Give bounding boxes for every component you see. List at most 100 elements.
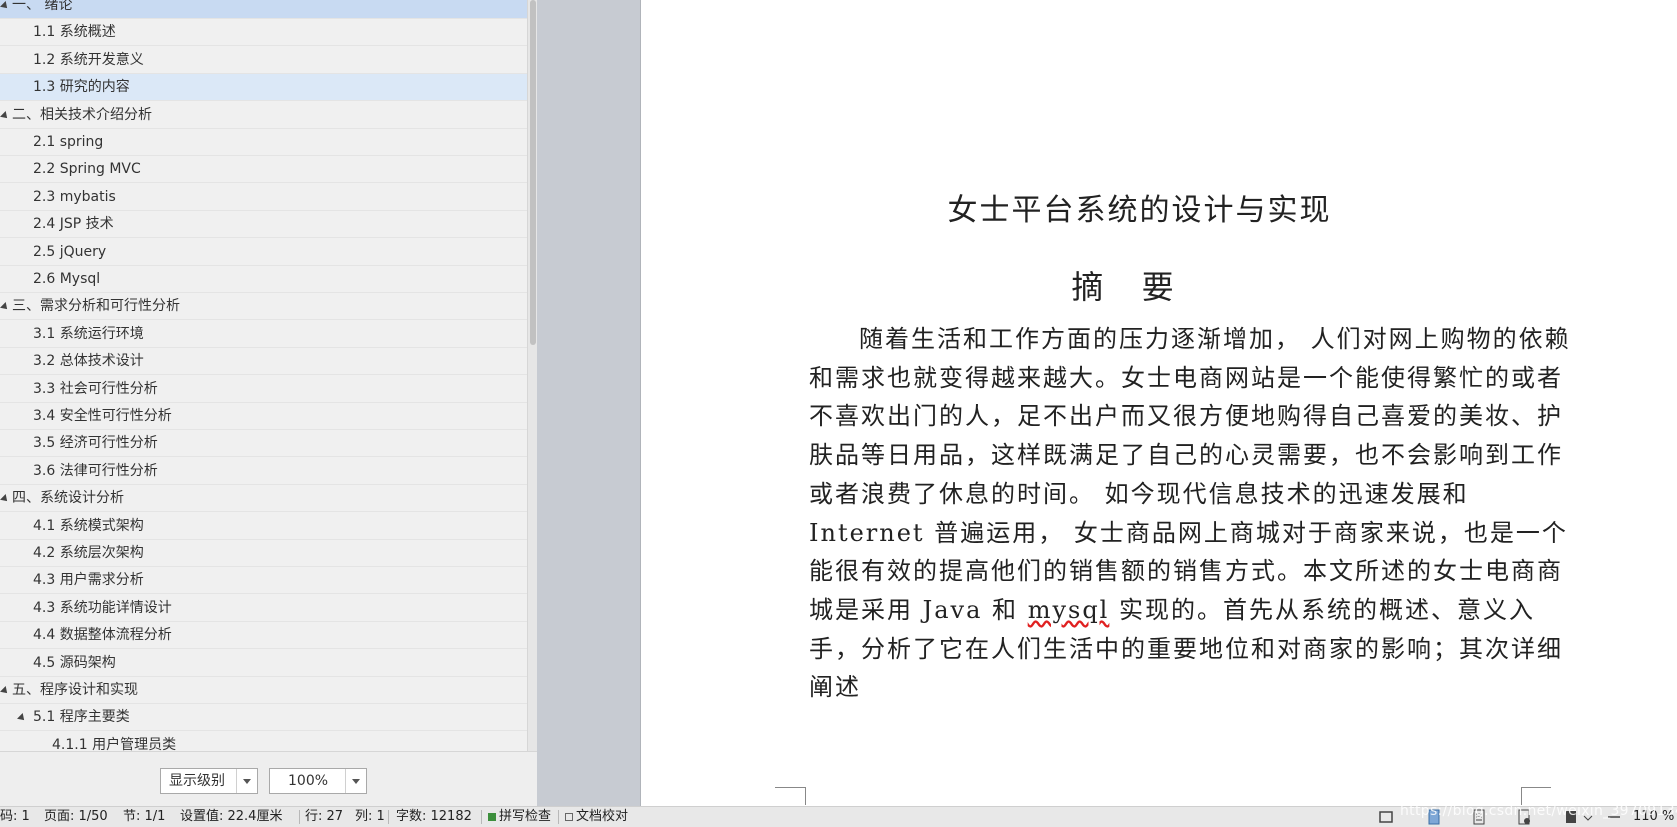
outline-item[interactable]: 4.5 源码架构 xyxy=(0,650,527,677)
outline-list: 一、 绪论 1.1 系统概述 1.2 系统开发意义 1.3 研究的内容二、相关技术介绍… xyxy=(0,0,527,751)
divider xyxy=(481,810,482,824)
outline-item[interactable]: 3.3 社会可行性分析 xyxy=(0,376,527,403)
chevron-down-icon[interactable] xyxy=(236,769,257,793)
expand-triangle-icon[interactable] xyxy=(0,1,10,11)
doc-proof-toggle[interactable]: 文档校对 xyxy=(565,807,628,827)
outline-item-label: 4.1.1 用户管理员类 xyxy=(52,736,177,751)
abstract-paragraph: 随着生活和工作方面的压力逐渐增加， 人们对网上购物的依赖和需求也就变得越来越大。… xyxy=(809,320,1579,707)
nav-scrollbar-thumb[interactable] xyxy=(530,0,536,345)
nav-zoom-label: 100% xyxy=(288,773,329,789)
outline-item[interactable]: 2.3 mybatis xyxy=(0,184,527,211)
spell-check-icon xyxy=(488,812,496,821)
document-page[interactable]: 女士平台系统的设计与实现 摘 要 随着生活和工作方面的压力逐渐增加， 人们对网上… xyxy=(640,0,1677,806)
outline-item-label: 4.3 系统功能详情设计 xyxy=(33,599,172,616)
divider xyxy=(299,810,300,824)
doc-proof-label: 文档校对 xyxy=(576,809,629,824)
outline-item[interactable]: 五、程序设计和实现 xyxy=(0,677,527,704)
outline-item-label: 3.3 社会可行性分析 xyxy=(33,380,158,397)
outline-item-label: 4.3 用户需求分析 xyxy=(33,572,144,589)
outline-item-label: 3.6 法律可行性分析 xyxy=(33,462,158,479)
outline-item[interactable]: 4.2 系统层次架构 xyxy=(0,540,527,567)
display-level-label: 显示级别 xyxy=(169,773,225,789)
outline-item-label: 4.1 系统模式架构 xyxy=(33,517,144,534)
outline-item-label: 4.5 源码架构 xyxy=(33,654,116,671)
divider xyxy=(388,810,389,824)
outline-item[interactable]: 3.4 安全性可行性分析 xyxy=(0,403,527,430)
outline-item-label: 4.2 系统层次架构 xyxy=(33,545,144,561)
outline-item-label: 3.1 系统运行环境 xyxy=(33,325,144,342)
navigation-pane: 一、 绪论 1.1 系统概述 1.2 系统开发意义 1.3 研究的内容二、相关技术介绍… xyxy=(0,0,527,751)
outline-item-label: 3.5 经济可行性分析 xyxy=(33,435,158,452)
outline-item[interactable]: 4.1 系统模式架构 xyxy=(0,513,527,540)
chevron-down-icon[interactable] xyxy=(345,769,366,793)
outline-item[interactable]: 2.5 jQuery xyxy=(0,239,527,266)
expand-triangle-icon[interactable] xyxy=(0,110,10,121)
spell-check-toggle[interactable]: 拼写检查 xyxy=(488,807,551,827)
outline-item-label: 1.3 研究的内容 xyxy=(33,79,130,96)
divider xyxy=(558,810,559,824)
outline-item[interactable]: 1.1 系统概述 xyxy=(0,19,527,47)
status-page[interactable]: 页面: 1/50 xyxy=(44,807,108,827)
status-setting: 设置值: 22.4厘米 xyxy=(180,809,283,824)
outline-item[interactable]: 3.6 法律可行性分析 xyxy=(0,458,527,485)
status-col: 列: 1 xyxy=(355,809,385,824)
outline-item[interactable]: 4.3 用户需求分析 xyxy=(0,567,527,595)
outline-item-label: 1.2 系统开发意义 xyxy=(33,51,144,68)
outline-item-label: 3.4 安全性可行性分析 xyxy=(33,408,172,424)
outline-item-label: 五、程序设计和实现 xyxy=(12,682,138,698)
outline-item-label: 2.5 jQuery xyxy=(33,243,107,260)
watermark: https://blog.csdn.net/weixin_39709134 xyxy=(1400,803,1677,819)
outline-item-label: 二、相关技术介绍分析 xyxy=(12,106,152,123)
outline-item[interactable]: 4.4 数据整体流程分析 xyxy=(0,622,527,650)
crop-mark-left-vertical xyxy=(805,787,806,805)
outline-item[interactable]: 四、系统设计分析 xyxy=(0,485,527,513)
outline-item-label: 2.6 Mysql xyxy=(33,271,101,287)
status-section: 节: 1/1 xyxy=(123,809,166,824)
outline-item-label: 2.3 mybatis xyxy=(33,188,116,205)
crop-mark-left xyxy=(775,787,805,806)
outline-item[interactable]: 3.1 系统运行环境 xyxy=(0,321,527,348)
expand-triangle-icon[interactable] xyxy=(0,302,10,313)
outline-item[interactable]: 1.2 系统开发意义 xyxy=(0,47,527,74)
outline-item-label: 三、需求分析和可行性分析 xyxy=(12,298,180,315)
spellcheck-word[interactable]: mysql xyxy=(1028,596,1110,624)
outline-item[interactable]: 一、 绪论 xyxy=(0,0,527,19)
outline-item[interactable]: 2.6 Mysql xyxy=(0,266,527,293)
expand-triangle-icon[interactable] xyxy=(0,494,10,505)
outline-item[interactable]: 4.1.1 用户管理员类 xyxy=(0,732,527,751)
document-title: 女士平台系统的设计与实现 xyxy=(947,193,1332,228)
outline-item-label: 2.4 JSP 技术 xyxy=(33,216,114,233)
outline-item[interactable]: 3.5 经济可行性分析 xyxy=(0,430,527,458)
outline-item-label: 四、系统设计分析 xyxy=(12,490,124,507)
document-area: 女士平台系统的设计与实现 摘 要 随着生活和工作方面的压力逐渐增加， 人们对网上… xyxy=(537,0,1677,806)
outline-item[interactable]: 1.3 研究的内容 xyxy=(0,74,527,102)
status-page-code: 码: 1 xyxy=(0,809,30,824)
expand-triangle-icon[interactable] xyxy=(0,686,10,696)
outline-item[interactable]: 2.1 spring xyxy=(0,129,527,156)
outline-item[interactable]: 2.4 JSP 技术 xyxy=(0,211,527,239)
outline-item-label: 2.2 Spring MVC xyxy=(33,161,141,178)
outline-item-label: 4.4 数据整体流程分析 xyxy=(33,627,172,644)
outline-item-label: 1.1 系统概述 xyxy=(33,24,116,41)
outline-item-label: 2.1 spring xyxy=(33,134,104,150)
outline-item[interactable]: 2.2 Spring MVC xyxy=(0,156,527,184)
nav-zoom-dropdown[interactable]: 100% xyxy=(269,768,367,794)
outline-item[interactable]: 4.3 系统功能详情设计 xyxy=(0,595,527,622)
nav-bottom-bar: 显示级别 100% xyxy=(0,751,537,807)
fullscreen-icon[interactable] xyxy=(1377,809,1395,825)
status-row: 行: 27 xyxy=(305,809,344,824)
doc-proof-icon xyxy=(565,812,573,821)
outline-item-label: 3.2 总体技术设计 xyxy=(33,353,144,370)
abstract-heading: 摘 要 xyxy=(1071,268,1188,306)
outline-item[interactable]: 二、相关技术介绍分析 xyxy=(0,102,527,129)
expand-triangle-icon[interactable] xyxy=(17,713,27,724)
status-words[interactable]: 字数: 12182 xyxy=(396,807,472,827)
outline-item-label: 5.1 程序主要类 xyxy=(33,709,130,726)
spell-check-label: 拼写检查 xyxy=(499,809,552,824)
outline-item[interactable]: 3.2 总体技术设计 xyxy=(0,348,527,376)
paragraph-part-a: 随着生活和工作方面的压力逐渐增加， 人们对网上购物的依赖和需求也就变得越来越大。… xyxy=(809,325,1571,624)
outline-item[interactable]: 5.1 程序主要类 xyxy=(0,704,527,732)
outline-item[interactable]: 三、需求分析和可行性分析 xyxy=(0,293,527,321)
display-level-dropdown[interactable]: 显示级别 xyxy=(160,768,258,794)
outline-item-label: 一、 绪论 xyxy=(12,0,73,13)
